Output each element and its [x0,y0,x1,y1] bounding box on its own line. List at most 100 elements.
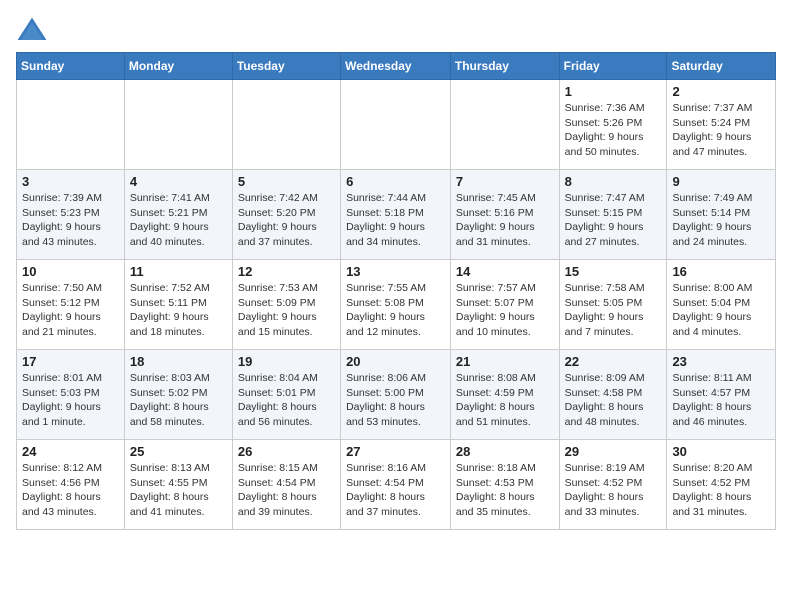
day-cell: 22 Sunrise: 8:09 AMSunset: 4:58 PMDayligh… [559,350,667,440]
day-number: 17 [22,354,119,369]
header-day-tuesday: Tuesday [232,53,340,80]
day-info: Sunrise: 7:53 AMSunset: 5:09 PMDaylight:… [238,281,335,340]
header-row: SundayMondayTuesdayWednesdayThursdayFrid… [17,53,776,80]
day-number: 26 [238,444,335,459]
day-number: 7 [456,174,554,189]
day-number: 22 [565,354,662,369]
day-cell: 17 Sunrise: 8:01 AMSunset: 5:03 PMDayligh… [17,350,125,440]
day-number: 30 [672,444,770,459]
day-info: Sunrise: 7:42 AMSunset: 5:20 PMDaylight:… [238,191,335,250]
day-number: 29 [565,444,662,459]
day-number: 3 [22,174,119,189]
day-cell: 13 Sunrise: 7:55 AMSunset: 5:08 PMDayligh… [341,260,451,350]
day-info: Sunrise: 8:15 AMSunset: 4:54 PMDaylight:… [238,461,335,520]
day-number: 23 [672,354,770,369]
day-cell: 11 Sunrise: 7:52 AMSunset: 5:11 PMDayligh… [124,260,232,350]
day-cell: 10 Sunrise: 7:50 AMSunset: 5:12 PMDayligh… [17,260,125,350]
day-number: 19 [238,354,335,369]
day-info: Sunrise: 7:50 AMSunset: 5:12 PMDaylight:… [22,281,119,340]
day-info: Sunrise: 8:01 AMSunset: 5:03 PMDaylight:… [22,371,119,430]
day-info: Sunrise: 7:55 AMSunset: 5:08 PMDaylight:… [346,281,445,340]
day-info: Sunrise: 7:37 AMSunset: 5:24 PMDaylight:… [672,101,770,160]
day-number: 15 [565,264,662,279]
day-info: Sunrise: 8:18 AMSunset: 4:53 PMDaylight:… [456,461,554,520]
day-cell: 2 Sunrise: 7:37 AMSunset: 5:24 PMDaylight… [667,80,776,170]
header-day-thursday: Thursday [450,53,559,80]
day-cell: 21Sunrise: 8:08 AMSunset: 4:59 PMDayligh… [450,350,559,440]
day-number: 1 [565,84,662,99]
day-info: Sunrise: 8:03 AMSunset: 5:02 PMDaylight:… [130,371,227,430]
day-number: 14 [456,264,554,279]
day-info: Sunrise: 8:06 AMSunset: 5:00 PMDaylight:… [346,371,445,430]
day-cell: 24Sunrise: 8:12 AMSunset: 4:56 PMDayligh… [17,440,125,530]
day-number: 28 [456,444,554,459]
day-info: Sunrise: 7:44 AMSunset: 5:18 PMDaylight:… [346,191,445,250]
week-row-5: 24Sunrise: 8:12 AMSunset: 4:56 PMDayligh… [17,440,776,530]
day-number: 10 [22,264,119,279]
day-cell: 4 Sunrise: 7:41 AMSunset: 5:21 PMDaylight… [124,170,232,260]
week-row-2: 3Sunrise: 7:39 AMSunset: 5:23 PMDaylight… [17,170,776,260]
header-day-wednesday: Wednesday [341,53,451,80]
day-info: Sunrise: 8:04 AMSunset: 5:01 PMDaylight:… [238,371,335,430]
day-cell: 27 Sunrise: 8:16 AMSunset: 4:54 PMDayligh… [341,440,451,530]
day-info: Sunrise: 8:20 AMSunset: 4:52 PMDaylight:… [672,461,770,520]
day-number: 6 [346,174,445,189]
day-number: 11 [130,264,227,279]
header-day-sunday: Sunday [17,53,125,80]
day-number: 20 [346,354,445,369]
logo-icon [16,16,48,44]
day-number: 13 [346,264,445,279]
day-cell [450,80,559,170]
day-cell: 19 Sunrise: 8:04 AMSunset: 5:01 PMDayligh… [232,350,340,440]
day-cell: 26 Sunrise: 8:15 AMSunset: 4:54 PMDayligh… [232,440,340,530]
day-info: Sunrise: 7:36 AMSunset: 5:26 PMDaylight:… [565,101,662,160]
calendar-table: SundayMondayTuesdayWednesdayThursdayFrid… [16,52,776,530]
day-info: Sunrise: 8:19 AMSunset: 4:52 PMDaylight:… [565,461,662,520]
logo [16,16,52,44]
day-info: Sunrise: 8:00 AMSunset: 5:04 PMDaylight:… [672,281,770,340]
day-info: Sunrise: 8:13 AMSunset: 4:55 PMDaylight:… [130,461,227,520]
day-info: Sunrise: 8:16 AMSunset: 4:54 PMDaylight:… [346,461,445,520]
week-row-1: 1 Sunrise: 7:36 AMSunset: 5:26 PMDaylight… [17,80,776,170]
header-day-friday: Friday [559,53,667,80]
day-cell: 25 Sunrise: 8:13 AMSunset: 4:55 PMDayligh… [124,440,232,530]
day-info: Sunrise: 7:58 AMSunset: 5:05 PMDaylight:… [565,281,662,340]
page-header [16,16,776,44]
day-cell: 20 Sunrise: 8:06 AMSunset: 5:00 PMDayligh… [341,350,451,440]
day-number: 18 [130,354,227,369]
day-cell: 6 Sunrise: 7:44 AMSunset: 5:18 PMDaylight… [341,170,451,260]
day-info: Sunrise: 7:41 AMSunset: 5:21 PMDaylight:… [130,191,227,250]
day-number: 5 [238,174,335,189]
week-row-3: 10 Sunrise: 7:50 AMSunset: 5:12 PMDayligh… [17,260,776,350]
header-day-monday: Monday [124,53,232,80]
day-number: 25 [130,444,227,459]
day-info: Sunrise: 8:09 AMSunset: 4:58 PMDaylight:… [565,371,662,430]
day-number: 2 [672,84,770,99]
day-cell: 9Sunrise: 7:49 AMSunset: 5:14 PMDaylight… [667,170,776,260]
day-cell: 18 Sunrise: 8:03 AMSunset: 5:02 PMDayligh… [124,350,232,440]
day-info: Sunrise: 8:12 AMSunset: 4:56 PMDaylight:… [22,461,119,520]
day-cell: 28 Sunrise: 8:18 AMSunset: 4:53 PMDayligh… [450,440,559,530]
week-row-4: 17 Sunrise: 8:01 AMSunset: 5:03 PMDayligh… [17,350,776,440]
day-cell [17,80,125,170]
day-cell [124,80,232,170]
header-day-saturday: Saturday [667,53,776,80]
day-info: Sunrise: 8:11 AMSunset: 4:57 PMDaylight:… [672,371,770,430]
day-number: 16 [672,264,770,279]
day-info: Sunrise: 7:52 AMSunset: 5:11 PMDaylight:… [130,281,227,340]
day-number: 4 [130,174,227,189]
day-info: Sunrise: 7:47 AMSunset: 5:15 PMDaylight:… [565,191,662,250]
day-number: 8 [565,174,662,189]
day-number: 21 [456,354,554,369]
day-number: 12 [238,264,335,279]
day-cell: 30 Sunrise: 8:20 AMSunset: 4:52 PMDayligh… [667,440,776,530]
day-cell: 3Sunrise: 7:39 AMSunset: 5:23 PMDaylight… [17,170,125,260]
day-info: Sunrise: 7:57 AMSunset: 5:07 PMDaylight:… [456,281,554,340]
day-cell: 14 Sunrise: 7:57 AMSunset: 5:07 PMDayligh… [450,260,559,350]
day-cell: 1 Sunrise: 7:36 AMSunset: 5:26 PMDaylight… [559,80,667,170]
day-cell: 7Sunrise: 7:45 AMSunset: 5:16 PMDaylight… [450,170,559,260]
day-cell: 5 Sunrise: 7:42 AMSunset: 5:20 PMDaylight… [232,170,340,260]
day-cell [232,80,340,170]
day-number: 27 [346,444,445,459]
day-cell [341,80,451,170]
